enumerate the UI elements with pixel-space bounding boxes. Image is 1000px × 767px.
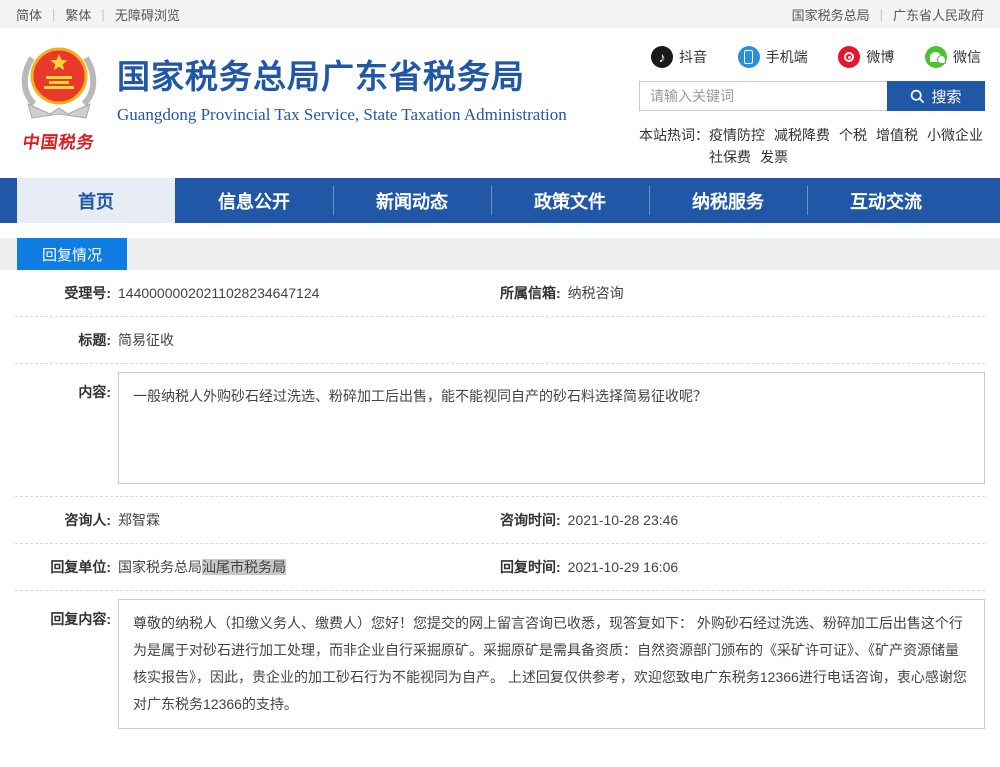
tax-logo-text: 中国税务 bbox=[13, 128, 105, 153]
hot-word-epidemic[interactable]: 疫情防控 bbox=[709, 124, 765, 146]
page-title: 国家税务总局广东省税务局 bbox=[117, 56, 567, 97]
divider: | bbox=[101, 7, 104, 22]
nav-item-interaction[interactable]: 互动交流 bbox=[807, 178, 965, 223]
row-content: 内容: 一般纳税人外购砂石经过洗选、粉碎加工后出售，能不能视同自产的砂石料选择简… bbox=[15, 364, 985, 497]
hot-word-small-business[interactable]: 小微企业 bbox=[927, 124, 983, 146]
search-bar: 搜索 bbox=[639, 81, 985, 111]
row-reply-content: 回复内容: 尊敬的纳税人（扣缴义务人、缴费人）您好！您提交的网上留言咨询已收悉，… bbox=[15, 591, 985, 741]
link-simplified[interactable]: 简体 bbox=[16, 5, 42, 24]
reply-content-box: 尊敬的纳税人（扣缴义务人、缴费人）您好！您提交的网上留言咨询已收悉，现答复如下：… bbox=[118, 599, 985, 729]
row-title: 标题: 简易征收 bbox=[15, 317, 985, 364]
row-consultant: 咨询人: 郑智霖 咨询时间: 2021-10-28 23:46 bbox=[15, 497, 985, 544]
reply-time-value: 2021-10-29 16:06 bbox=[568, 559, 679, 575]
content-label: 内容: bbox=[15, 382, 111, 402]
reply-unit-label: 回复单位: bbox=[15, 557, 111, 577]
hot-word-tax-cut[interactable]: 减税降费 bbox=[774, 124, 830, 146]
section-bar: 回复情况 bbox=[0, 238, 1000, 270]
title-label: 标题: bbox=[15, 330, 111, 350]
row-reply-unit: 回复单位: 国家税务总局汕尾市税务局 回复时间: 2021-10-29 16:0… bbox=[15, 544, 985, 591]
reply-time-label: 回复时间: bbox=[500, 557, 561, 577]
tab-reply-status[interactable]: 回复情况 bbox=[17, 238, 127, 270]
douyin-link[interactable]: ♪ 抖音 bbox=[651, 46, 707, 68]
top-utility-bar: 简体 | 繁体 | 无障碍浏览 国家税务总局 | 广东省人民政府 bbox=[0, 0, 1000, 28]
site-titles: 国家税务总局广东省税务局 Guangdong Provincial Tax Se… bbox=[117, 44, 567, 125]
douyin-icon: ♪ bbox=[651, 46, 673, 68]
link-accessibility[interactable]: 无障碍浏览 bbox=[115, 5, 180, 24]
gov-links: 国家税务总局 | 广东省人民政府 bbox=[792, 5, 984, 24]
question-content-box: 一般纳税人外购砂石经过洗选、粉碎加工后出售，能不能视同自产的砂石料选择简易征收呢… bbox=[118, 372, 985, 484]
consult-time-value: 2021-10-28 23:46 bbox=[568, 512, 679, 528]
divider: | bbox=[52, 7, 55, 22]
site-header: 中国税务 国家税务总局广东省税务局 Guangdong Provincial T… bbox=[0, 28, 1000, 178]
hot-word-vat[interactable]: 增值税 bbox=[876, 124, 918, 146]
title-value: 简易征收 bbox=[118, 330, 174, 350]
tax-emblem-icon bbox=[20, 44, 98, 126]
wechat-icon bbox=[925, 46, 947, 68]
weibo-icon bbox=[838, 46, 860, 68]
mobile-icon bbox=[738, 46, 760, 68]
reply-unit-highlight: 汕尾市税务局 bbox=[202, 559, 286, 575]
consult-time-label: 咨询时间: bbox=[500, 510, 561, 530]
search-icon bbox=[910, 89, 925, 104]
language-links: 简体 | 繁体 | 无障碍浏览 bbox=[16, 5, 180, 24]
mailbox-value: 纳税咨询 bbox=[568, 283, 624, 303]
mobile-app-link[interactable]: 手机端 bbox=[738, 46, 808, 68]
reply-content-label: 回复内容: bbox=[15, 609, 111, 629]
nav-item-policy-documents[interactable]: 政策文件 bbox=[491, 178, 649, 223]
main-nav: 首页 信息公开 新闻动态 政策文件 纳税服务 互动交流 bbox=[0, 178, 1000, 223]
hot-word-invoice[interactable]: 发票 bbox=[760, 146, 788, 168]
hot-word-personal-tax[interactable]: 个税 bbox=[839, 124, 867, 146]
reply-detail: 受理号: 14400000020211028234647124 所属信箱: 纳税… bbox=[0, 270, 1000, 741]
search-button[interactable]: 搜索 bbox=[887, 81, 985, 111]
search-input[interactable] bbox=[639, 81, 887, 111]
wechat-link[interactable]: 微信 bbox=[925, 46, 981, 68]
accept-no-value: 14400000020211028234647124 bbox=[118, 285, 319, 301]
social-links: ♪ 抖音 手机端 微博 微信 bbox=[639, 44, 985, 68]
link-traditional[interactable]: 繁体 bbox=[65, 5, 91, 24]
weibo-link[interactable]: 微博 bbox=[838, 46, 894, 68]
consultant-label: 咨询人: bbox=[15, 510, 111, 530]
divider: | bbox=[880, 7, 883, 22]
hot-words: 本站热词： 疫情防控 减税降费 个税 增值税 小微企业 社保费 发票 bbox=[639, 124, 985, 168]
header-right-panel: ♪ 抖音 手机端 微博 微信 搜索 bbox=[639, 44, 985, 168]
site-brand: 中国税务 国家税务总局广东省税务局 Guangdong Provincial T… bbox=[15, 44, 567, 168]
mailbox-label: 所属信箱: bbox=[500, 283, 561, 303]
link-guangdong-government[interactable]: 广东省人民政府 bbox=[893, 5, 984, 24]
hot-word-social-insurance[interactable]: 社保费 bbox=[709, 146, 751, 168]
hot-words-label: 本站热词： bbox=[639, 124, 709, 168]
row-accept-no: 受理号: 14400000020211028234647124 所属信箱: 纳税… bbox=[15, 270, 985, 317]
link-state-taxation-administration[interactable]: 国家税务总局 bbox=[792, 5, 870, 24]
nav-item-news[interactable]: 新闻动态 bbox=[333, 178, 491, 223]
nav-item-home[interactable]: 首页 bbox=[17, 178, 175, 223]
tax-logo: 中国税务 bbox=[15, 44, 103, 153]
nav-item-info-disclosure[interactable]: 信息公开 bbox=[175, 178, 333, 223]
reply-unit-value: 国家税务总局汕尾市税务局 bbox=[118, 557, 286, 577]
consultant-value: 郑智霖 bbox=[118, 510, 160, 530]
accept-no-label: 受理号: bbox=[15, 283, 111, 303]
nav-item-tax-services[interactable]: 纳税服务 bbox=[649, 178, 807, 223]
page-subtitle: Guangdong Provincial Tax Service, State … bbox=[117, 105, 567, 125]
